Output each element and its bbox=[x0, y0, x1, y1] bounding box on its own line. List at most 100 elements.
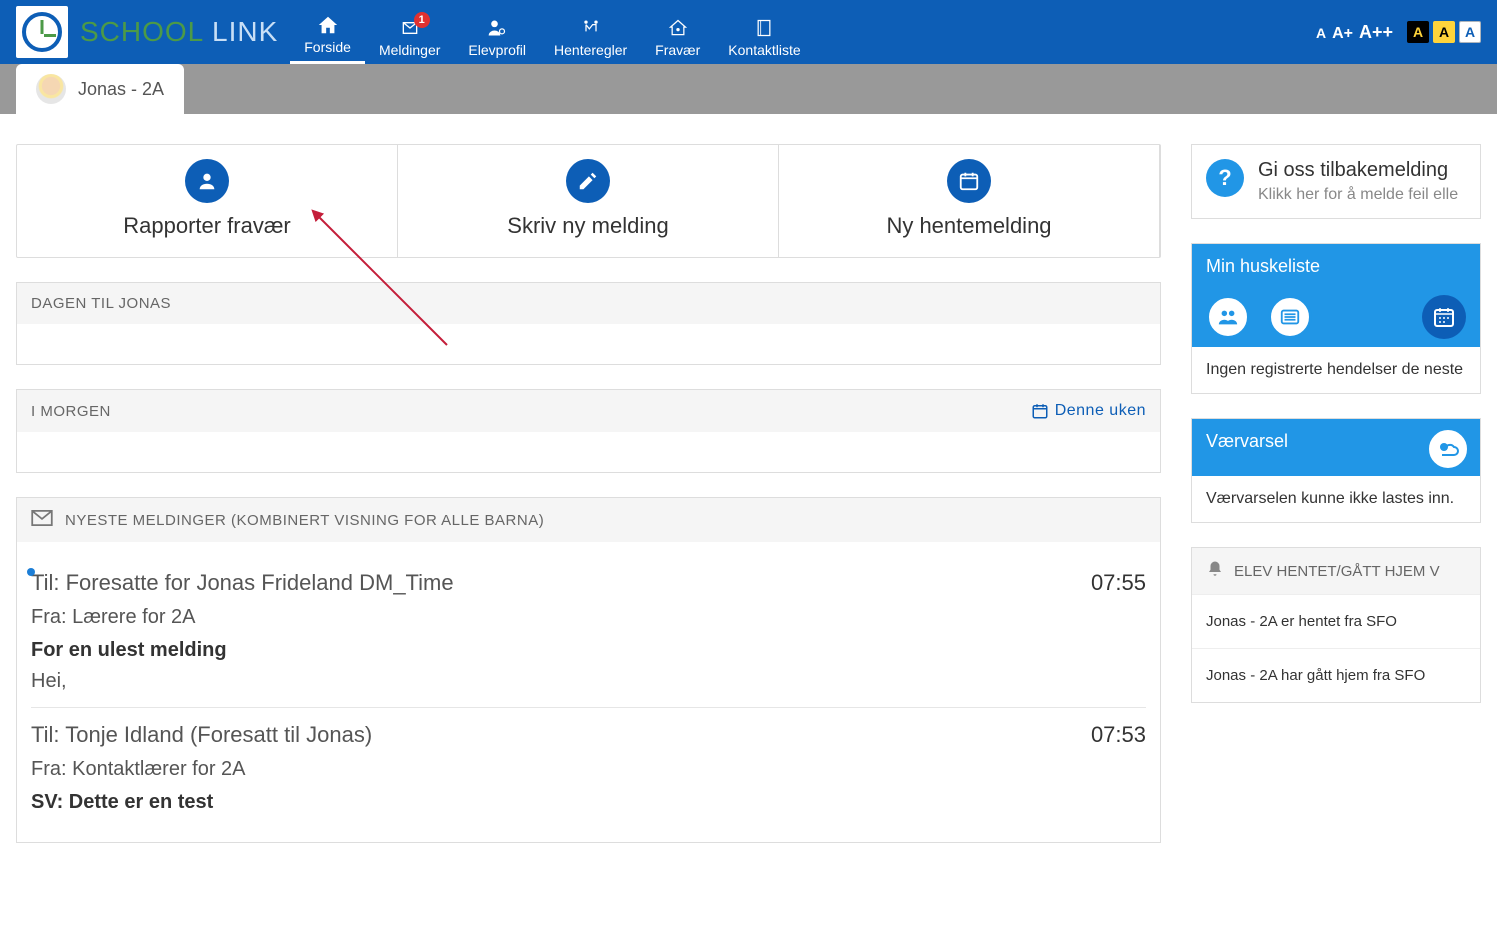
nav-fravaer-label: Fravær bbox=[655, 42, 700, 58]
notebook-icon bbox=[752, 18, 776, 38]
nav-kontaktliste-label: Kontaktliste bbox=[728, 42, 800, 58]
contrast-dark-button[interactable]: A bbox=[1407, 21, 1429, 43]
nav-forside[interactable]: Forside bbox=[290, 7, 365, 64]
today-panel-title: DAGEN TIL JONAS bbox=[31, 295, 171, 312]
pickup-title: ELEV HENTET/GÅTT HJEM V bbox=[1234, 563, 1440, 580]
nav-meldinger-label: Meldinger bbox=[379, 42, 440, 58]
clock-icon bbox=[22, 12, 62, 52]
list-icon[interactable] bbox=[1268, 295, 1312, 339]
nav-fravaer[interactable]: Fravær bbox=[641, 10, 714, 64]
nav-henteregler-label: Henteregler bbox=[554, 42, 627, 58]
today-panel-header: DAGEN TIL JONAS bbox=[17, 283, 1160, 324]
tomorrow-panel-body bbox=[17, 432, 1160, 472]
pickup-header: ELEV HENTET/GÅTT HJEM V bbox=[1192, 548, 1480, 594]
content: Rapporter fravær Skriv ny melding Ny hen… bbox=[0, 114, 1497, 867]
logo[interactable] bbox=[16, 6, 68, 58]
tomorrow-panel: I MORGEN Denne uken bbox=[16, 389, 1161, 473]
message-time: 07:53 bbox=[1091, 722, 1146, 748]
hente-label: Ny hentemelding bbox=[779, 213, 1159, 239]
rapporter-fravaer-button[interactable]: Rapporter fravær bbox=[17, 145, 398, 257]
huskeliste-header: Min huskeliste bbox=[1192, 244, 1480, 289]
pencil-icon bbox=[566, 159, 610, 203]
font-a-button[interactable]: A bbox=[1316, 25, 1326, 41]
huskeliste-widget: Min huskeliste Ingen registrerte hendels… bbox=[1191, 243, 1481, 394]
message-to: Til: Tonje Idland (Foresatt til Jonas) bbox=[31, 722, 372, 748]
envelope-icon: 1 bbox=[398, 18, 422, 38]
huskeliste-icons bbox=[1192, 289, 1480, 347]
message-item[interactable]: Til: Tonje Idland (Foresatt til Jonas) 0… bbox=[31, 708, 1146, 828]
contrast-controls: A A A bbox=[1407, 21, 1481, 43]
envelope-icon bbox=[31, 510, 53, 530]
home-user-icon bbox=[666, 18, 690, 38]
bell-icon bbox=[1206, 560, 1224, 582]
message-item[interactable]: Til: Foresatte for Jonas Frideland DM_Ti… bbox=[31, 556, 1146, 708]
font-aplus-button[interactable]: A+ bbox=[1332, 25, 1353, 43]
student-tab-label: Jonas - 2A bbox=[78, 79, 164, 100]
meldinger-badge: 1 bbox=[414, 12, 430, 28]
feedback-title: Gi oss tilbakemelding bbox=[1258, 159, 1458, 182]
tomorrow-panel-header: I MORGEN Denne uken bbox=[17, 390, 1160, 432]
question-icon: ? bbox=[1206, 159, 1244, 197]
user-gear-icon bbox=[485, 18, 509, 38]
calendar-small-icon bbox=[1031, 402, 1049, 420]
contrast-yellow-button[interactable]: A bbox=[1433, 21, 1455, 43]
action-tiles: Rapporter fravær Skriv ny melding Ny hen… bbox=[16, 144, 1161, 258]
nav-elevprofil-label: Elevprofil bbox=[468, 42, 526, 58]
font-aplusplus-button[interactable]: A++ bbox=[1359, 22, 1393, 43]
handoff-icon bbox=[579, 18, 603, 38]
student-tab-bar: Jonas - 2A bbox=[0, 64, 1497, 114]
weather-icon bbox=[1426, 427, 1470, 471]
today-panel: DAGEN TIL JONAS bbox=[16, 282, 1161, 365]
huskeliste-body: Ingen registrerte hendelser de neste bbox=[1192, 347, 1480, 393]
nav-kontaktliste[interactable]: Kontaktliste bbox=[714, 10, 814, 64]
brand-text: SCHOOL LINK bbox=[80, 16, 278, 48]
weather-body: Værvarselen kunne ikke lastes inn. bbox=[1192, 476, 1480, 522]
tomorrow-panel-title: I MORGEN bbox=[31, 403, 111, 420]
skriv-label: Skriv ny melding bbox=[398, 213, 778, 239]
feedback-subtitle: Klikk her for å melde feil elle bbox=[1258, 186, 1458, 204]
header-right: A A+ A++ A A A bbox=[1316, 21, 1481, 43]
skriv-melding-button[interactable]: Skriv ny melding bbox=[398, 145, 779, 257]
nav-henteregler[interactable]: Henteregler bbox=[540, 10, 641, 64]
messages-list: Til: Foresatte for Jonas Frideland DM_Ti… bbox=[17, 542, 1160, 842]
brand-part-1: SCHOOL bbox=[80, 16, 203, 47]
home-icon bbox=[316, 15, 340, 35]
message-subject: SV: Dette er en test bbox=[31, 791, 1146, 814]
person-icon bbox=[185, 159, 229, 203]
nav-forside-label: Forside bbox=[304, 39, 351, 55]
pickup-row[interactable]: Jonas - 2A har gått hjem fra SFO bbox=[1192, 648, 1480, 702]
weather-header: Værvarsel bbox=[1192, 419, 1480, 476]
weather-title: Værvarsel bbox=[1206, 431, 1288, 451]
main-nav: Forside 1 Meldinger Elevprofil Henter bbox=[290, 0, 814, 64]
student-tab[interactable]: Jonas - 2A bbox=[16, 64, 184, 114]
pickup-row[interactable]: Jonas - 2A er hentet fra SFO bbox=[1192, 594, 1480, 648]
message-subject: For en ulest melding bbox=[31, 639, 1146, 662]
font-size-controls[interactable]: A A+ A++ bbox=[1316, 22, 1393, 43]
message-time: 07:55 bbox=[1091, 570, 1146, 596]
brand-part-2: LINK bbox=[203, 16, 278, 47]
left-column: Rapporter fravær Skriv ny melding Ny hen… bbox=[16, 144, 1161, 867]
avatar bbox=[36, 74, 66, 104]
header-left: SCHOOL LINK Forside 1 Meldinger El bbox=[16, 0, 815, 64]
messages-panel-title: NYESTE MELDINGER (KOMBINERT VISNING FOR … bbox=[65, 512, 544, 529]
nav-meldinger[interactable]: 1 Meldinger bbox=[365, 10, 454, 64]
top-header: SCHOOL LINK Forside 1 Meldinger El bbox=[0, 0, 1497, 64]
contrast-white-button[interactable]: A bbox=[1459, 21, 1481, 43]
messages-panel: NYESTE MELDINGER (KOMBINERT VISNING FOR … bbox=[16, 497, 1161, 843]
calendar-icon bbox=[947, 159, 991, 203]
rapporter-label: Rapporter fravær bbox=[17, 213, 397, 239]
group-icon[interactable] bbox=[1206, 295, 1250, 339]
unread-indicator bbox=[27, 568, 35, 576]
feedback-widget[interactable]: ? Gi oss tilbakemelding Klikk her for å … bbox=[1191, 144, 1481, 219]
right-column: ? Gi oss tilbakemelding Klikk her for å … bbox=[1191, 144, 1481, 867]
nav-elevprofil[interactable]: Elevprofil bbox=[454, 10, 540, 64]
message-from: Fra: Lærere for 2A bbox=[31, 606, 1146, 629]
this-week-link[interactable]: Denne uken bbox=[1031, 402, 1146, 420]
pickup-widget: ELEV HENTET/GÅTT HJEM V Jonas - 2A er he… bbox=[1191, 547, 1481, 703]
today-panel-body bbox=[17, 324, 1160, 364]
ny-hentemelding-button[interactable]: Ny hentemelding bbox=[779, 145, 1160, 257]
messages-panel-header: NYESTE MELDINGER (KOMBINERT VISNING FOR … bbox=[17, 498, 1160, 542]
calendar-icon[interactable] bbox=[1422, 295, 1466, 339]
message-from: Fra: Kontaktlærer for 2A bbox=[31, 758, 1146, 781]
weather-widget: Værvarsel Værvarselen kunne ikke lastes … bbox=[1191, 418, 1481, 523]
